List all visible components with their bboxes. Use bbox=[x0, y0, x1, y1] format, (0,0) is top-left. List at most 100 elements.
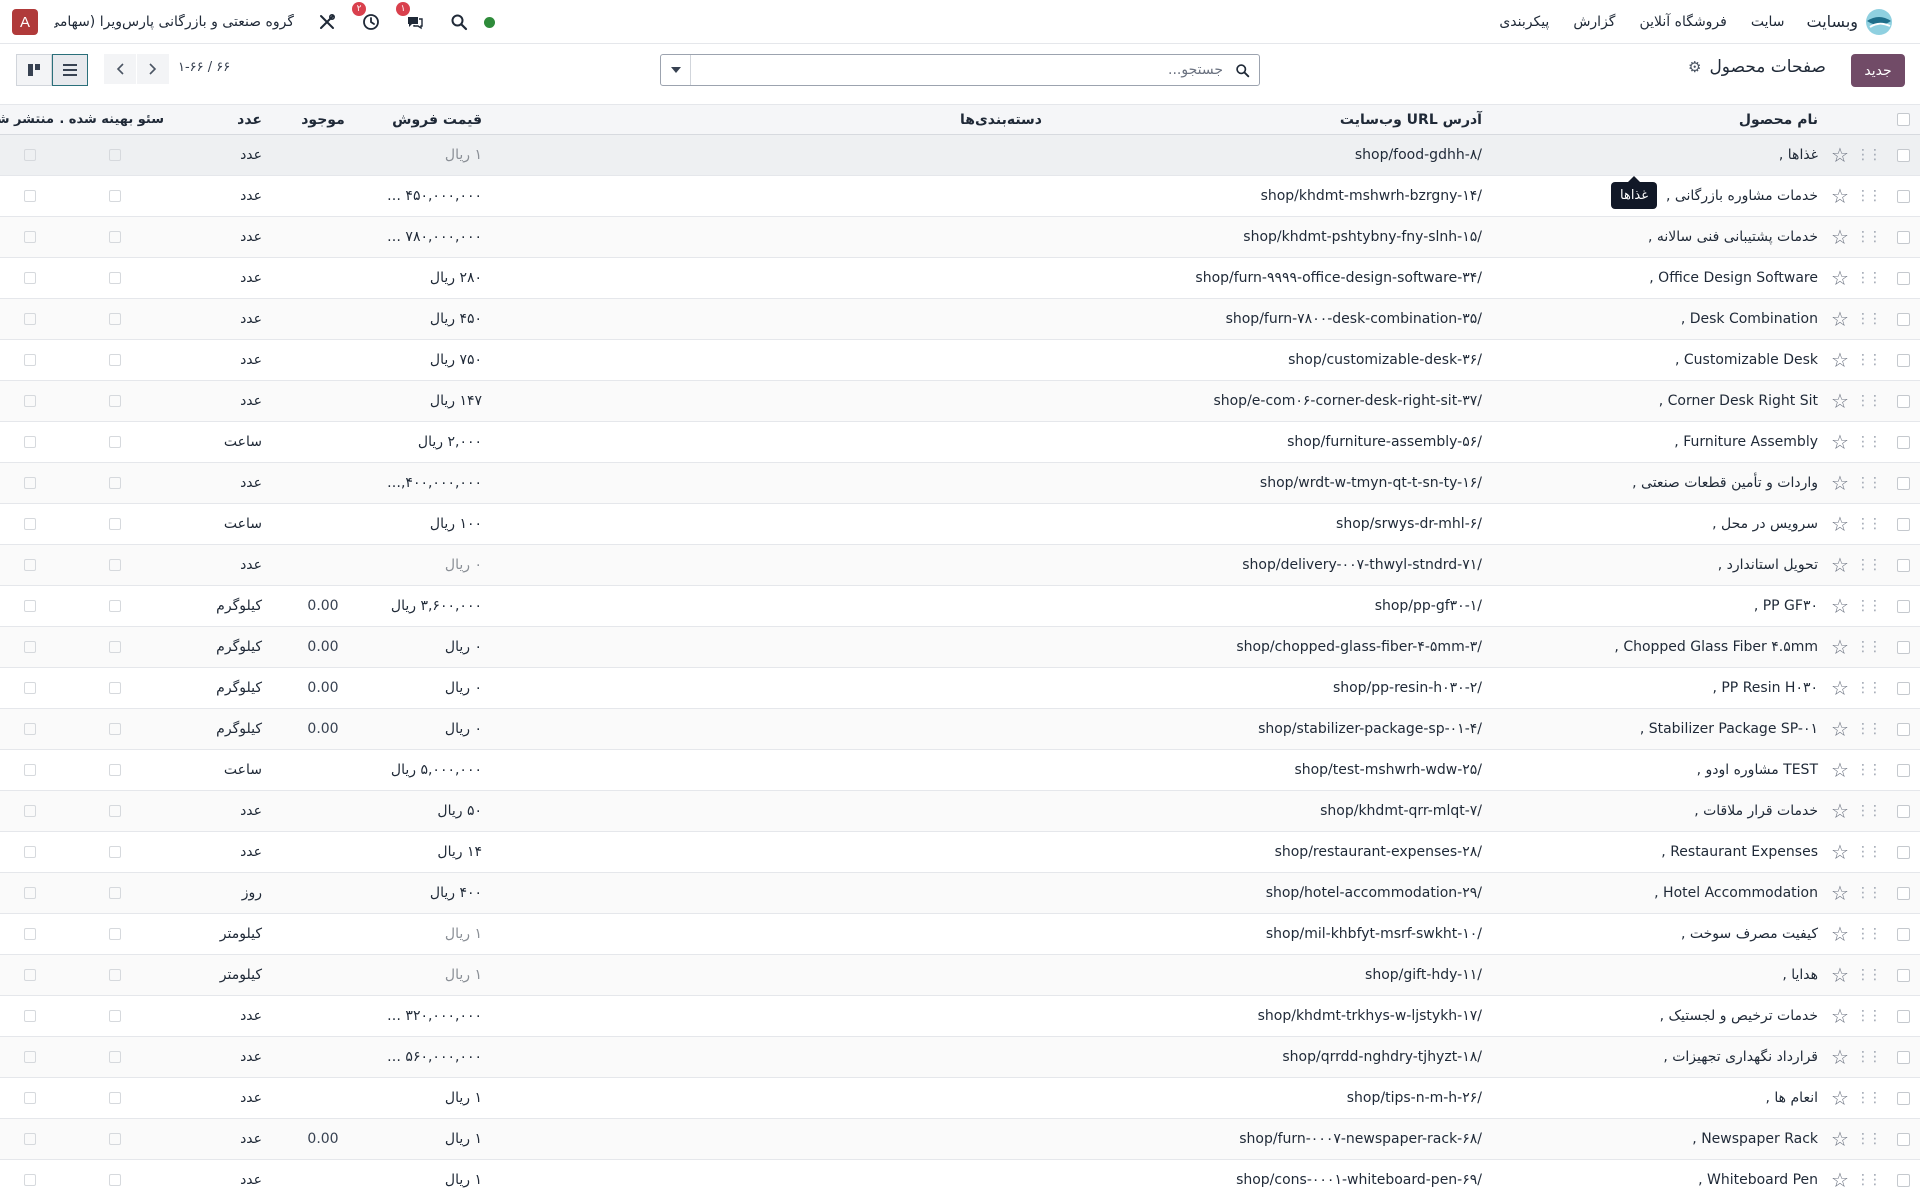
favorite-star-icon[interactable]: ☆ bbox=[1824, 1160, 1856, 1200]
table-row[interactable]: ⋮⋮ ☆ تحویل استاندارد , /shop/delivery-۰۰… bbox=[0, 544, 1920, 586]
table-row[interactable]: ⋮⋮ ☆ PP GF۳۰ , /shop/pp-gf۳۰-۱ ۳,۶۰۰,۰۰۰… bbox=[0, 586, 1920, 627]
menu-reporting[interactable]: گزارش bbox=[1573, 14, 1615, 30]
drag-handle-icon[interactable]: ⋮⋮ bbox=[1856, 955, 1886, 996]
row-select-cell[interactable] bbox=[1886, 832, 1920, 873]
categories-cell[interactable] bbox=[488, 135, 1048, 176]
seo-checkbox[interactable] bbox=[109, 313, 121, 325]
seo-optimized-cell[interactable] bbox=[60, 135, 170, 176]
published-checkbox[interactable] bbox=[24, 354, 36, 366]
website-url[interactable]: /shop/wrdt-w-tmyn-qt-t-sn-ty-۱۶ bbox=[1048, 463, 1488, 504]
table-row[interactable]: ⋮⋮ ☆ Newspaper Rack , /shop/furn-۰۰۰۷-ne… bbox=[0, 1118, 1920, 1160]
published-cell[interactable] bbox=[0, 750, 60, 791]
website-url[interactable]: /shop/furn-۷۸۰۰-desk-combination-۳۵ bbox=[1048, 299, 1488, 340]
categories-cell[interactable] bbox=[488, 217, 1048, 258]
favorite-star-icon[interactable]: ☆ bbox=[1824, 381, 1856, 422]
pager-next-button[interactable] bbox=[137, 54, 169, 84]
drag-handle-icon[interactable]: ⋮⋮ bbox=[1856, 381, 1886, 422]
row-select-cell[interactable] bbox=[1886, 914, 1920, 955]
published-cell[interactable] bbox=[0, 135, 60, 176]
row-checkbox[interactable] bbox=[1896, 148, 1910, 162]
categories-cell[interactable] bbox=[488, 299, 1048, 340]
favorite-star-icon[interactable]: ☆ bbox=[1824, 463, 1856, 504]
published-cell[interactable] bbox=[0, 914, 60, 955]
categories-cell[interactable] bbox=[488, 545, 1048, 586]
published-cell[interactable] bbox=[0, 996, 60, 1037]
sales-price[interactable]: ۳,۶۰۰,۰۰۰ ریال bbox=[378, 586, 488, 627]
star-icon[interactable]: ☆ bbox=[1831, 635, 1849, 659]
published-checkbox[interactable] bbox=[24, 846, 36, 858]
seo-checkbox[interactable] bbox=[109, 682, 121, 694]
drag-handle-icon[interactable]: ⋮⋮ bbox=[1856, 516, 1882, 532]
seo-checkbox[interactable] bbox=[109, 1092, 121, 1104]
website-url[interactable]: /shop/mil-khbfyt-msrf-swkht-۱۰ bbox=[1048, 914, 1488, 955]
categories-cell[interactable] bbox=[488, 586, 1048, 627]
drag-handle-icon[interactable]: ⋮⋮ bbox=[1856, 340, 1886, 381]
row-checkbox[interactable] bbox=[1896, 599, 1910, 613]
categories-cell[interactable] bbox=[488, 791, 1048, 832]
seo-checkbox[interactable] bbox=[109, 600, 121, 612]
star-icon[interactable]: ☆ bbox=[1831, 594, 1849, 618]
published-cell[interactable] bbox=[0, 791, 60, 832]
published-checkbox[interactable] bbox=[24, 436, 36, 448]
categories-cell[interactable] bbox=[488, 627, 1048, 668]
favorite-star-icon[interactable]: ☆ bbox=[1824, 873, 1856, 914]
published-cell[interactable] bbox=[0, 873, 60, 914]
menu-configuration[interactable]: پیکربندی bbox=[1499, 14, 1549, 30]
seo-optimized-cell[interactable] bbox=[60, 504, 170, 545]
row-select-cell[interactable] bbox=[1886, 709, 1920, 750]
unit-of-measure[interactable]: عدد bbox=[170, 832, 268, 873]
star-icon[interactable]: ☆ bbox=[1831, 553, 1849, 577]
row-select-cell[interactable] bbox=[1886, 1160, 1920, 1200]
star-icon[interactable]: ☆ bbox=[1831, 1004, 1849, 1028]
website-url[interactable]: /shop/khdmt-trkhys-w-ljstykh-۱۷ bbox=[1048, 996, 1488, 1037]
row-select-cell[interactable] bbox=[1886, 668, 1920, 709]
published-checkbox[interactable] bbox=[24, 682, 36, 694]
website-url[interactable]: /shop/pp-resin-h۰۳۰-۲ bbox=[1048, 668, 1488, 709]
drag-handle-icon[interactable]: ⋮⋮ bbox=[1856, 147, 1882, 163]
product-name[interactable]: خدمات قرار ملاقات , bbox=[1488, 791, 1824, 832]
published-cell[interactable] bbox=[0, 258, 60, 299]
product-name[interactable]: قرارداد نگهداری تجهیزات , bbox=[1488, 1037, 1824, 1078]
row-checkbox[interactable] bbox=[1896, 1050, 1910, 1064]
product-name[interactable]: Whiteboard Pen , bbox=[1488, 1160, 1824, 1200]
star-icon[interactable]: ☆ bbox=[1831, 430, 1849, 454]
list-view-button[interactable] bbox=[52, 54, 88, 86]
row-select-cell[interactable] bbox=[1886, 1078, 1920, 1119]
website-url[interactable]: /shop/test-mshwrh-wdw-۲۵ bbox=[1048, 750, 1488, 791]
search-options-toggle[interactable] bbox=[661, 55, 691, 85]
product-name[interactable]: TEST مشاوره اودو , bbox=[1488, 750, 1824, 791]
table-row[interactable]: ⋮⋮ ☆ Restaurant Expenses , /shop/restaur… bbox=[0, 832, 1920, 873]
table-row[interactable]: ⋮⋮ ☆ انعام ها , /shop/tips-n-m-h-۲۶ ۱ ری… bbox=[0, 1078, 1920, 1119]
row-checkbox[interactable] bbox=[1896, 558, 1910, 572]
unit-of-measure[interactable]: کیلومتر bbox=[170, 955, 268, 996]
star-icon[interactable]: ☆ bbox=[1831, 389, 1849, 413]
website-url[interactable]: /shop/cons-۰۰۰۱-whiteboard-pen-۶۹ bbox=[1048, 1160, 1488, 1200]
drag-handle-icon[interactable]: ⋮⋮ bbox=[1856, 311, 1882, 327]
unit-of-measure[interactable]: عدد bbox=[170, 996, 268, 1037]
seo-checkbox[interactable] bbox=[109, 805, 121, 817]
drag-handle-icon[interactable]: ⋮⋮ bbox=[1856, 791, 1886, 832]
table-row[interactable]: ⋮⋮ ☆ Office Design Software , /shop/furn… bbox=[0, 258, 1920, 299]
categories-cell[interactable] bbox=[488, 463, 1048, 504]
unit-of-measure[interactable]: ساعت bbox=[170, 750, 268, 791]
drag-handle-icon[interactable]: ⋮⋮ bbox=[1856, 422, 1886, 463]
star-icon[interactable]: ☆ bbox=[1831, 1168, 1849, 1192]
seo-optimized-cell[interactable] bbox=[60, 586, 170, 627]
star-icon[interactable]: ☆ bbox=[1831, 881, 1849, 905]
drag-handle-icon[interactable]: ⋮⋮ bbox=[1856, 914, 1886, 955]
table-row[interactable]: ⋮⋮ ☆ هدایا , /shop/gift-hdy-۱۱ ۱ ریال کی… bbox=[0, 954, 1920, 996]
seo-checkbox[interactable] bbox=[109, 1133, 121, 1145]
website-url[interactable]: /shop/pp-gf۳۰-۱ bbox=[1048, 586, 1488, 627]
seo-optimized-cell[interactable] bbox=[60, 1119, 170, 1160]
seo-checkbox[interactable] bbox=[109, 149, 121, 161]
favorite-star-icon[interactable]: ☆ bbox=[1824, 545, 1856, 586]
seo-optimized-cell[interactable] bbox=[60, 1078, 170, 1119]
sales-price[interactable]: ۱۰۰ ریال bbox=[378, 504, 488, 545]
col-url[interactable]: آدرس URL وب‌سایت bbox=[1048, 105, 1488, 135]
seo-checkbox[interactable] bbox=[109, 764, 121, 776]
star-icon[interactable]: ☆ bbox=[1831, 1127, 1849, 1151]
website-url[interactable]: /shop/khdmt-pshtybny-fny-slnh-۱۵ bbox=[1048, 217, 1488, 258]
sales-price[interactable]: ۰ ریال bbox=[378, 545, 488, 586]
table-row[interactable]: ⋮⋮ ☆ Desk Combination , /shop/furn-۷۸۰۰-… bbox=[0, 298, 1920, 340]
table-row[interactable]: ⋮⋮ ☆ Customizable Desk , /shop/customiza… bbox=[0, 340, 1920, 381]
